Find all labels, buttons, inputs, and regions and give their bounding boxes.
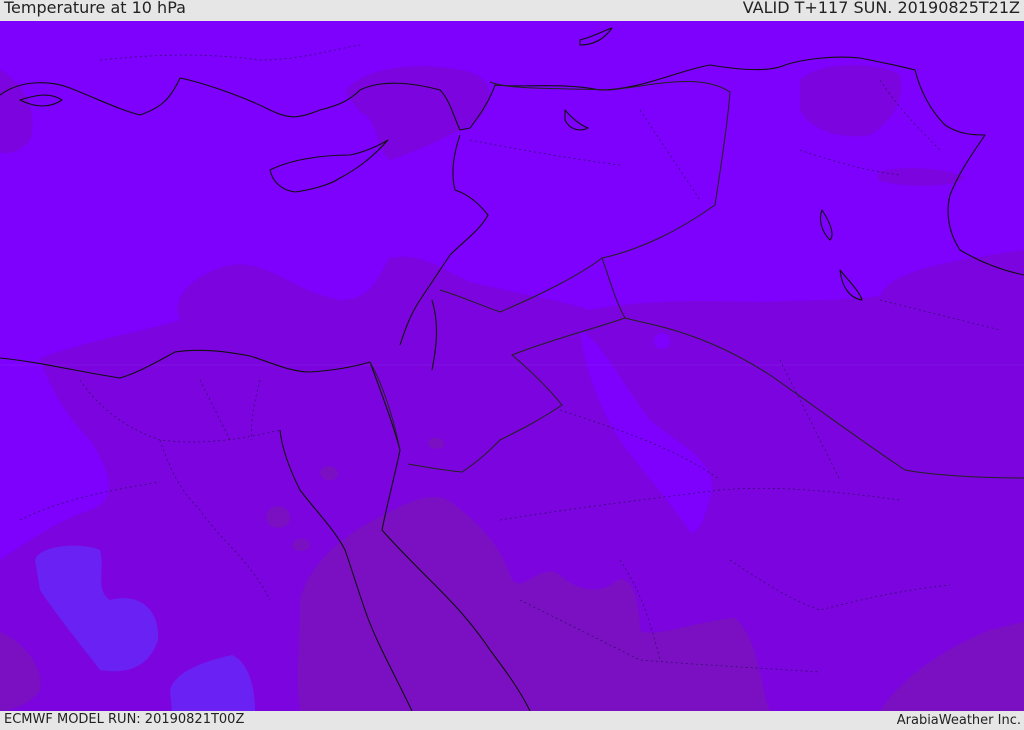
model-run-label: ECMWF MODEL RUN: 20190821T00Z <box>4 712 245 727</box>
valid-time-label: VALID T+117 SUN. 20190825T21Z <box>742 0 1020 17</box>
credit-label: ArabiaWeather Inc. <box>896 713 1021 728</box>
map-title: Temperature at 10 hPa <box>4 0 186 17</box>
footer-bar: ECMWF MODEL RUN: 20190821T00Z ArabiaWeat… <box>0 711 1024 729</box>
header-bar: Temperature at 10 hPa VALID T+117 SUN. 2… <box>0 0 1024 21</box>
map-canvas <box>0 21 1024 711</box>
temperature-map[interactable] <box>0 21 1024 711</box>
field-cold-spot <box>654 333 670 349</box>
